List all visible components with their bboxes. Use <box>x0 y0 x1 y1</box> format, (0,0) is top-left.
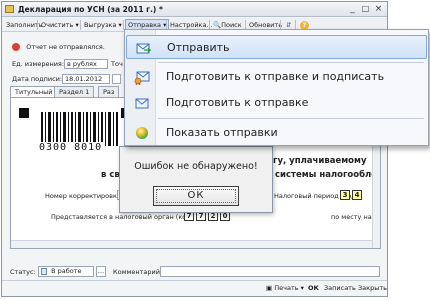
tab-section-2[interactable]: Раз <box>98 86 120 97</box>
sign-date-label: Дата подписи: <box>12 75 63 83</box>
upload-button[interactable]: Выгрузка ▾ <box>82 19 124 31</box>
ok-button[interactable]: ОК <box>308 284 319 292</box>
menu-item-show-sends[interactable]: Показать отправки <box>126 121 427 145</box>
period-code-digit[interactable]: 4 <box>352 190 362 200</box>
chevron-down-icon: ▾ <box>75 21 79 29</box>
title-bar: Декларация по УСН (за 2011 г.) * _ □ × <box>2 2 387 17</box>
menu-item-prepare-and-sign[interactable]: Подготовить к отправке и подписать <box>126 65 427 89</box>
horizontal-scrollbar[interactable] <box>11 240 372 248</box>
dialog-ok-button[interactable]: ОК <box>153 186 239 206</box>
dialog-message: Ошибок не обнаружено! <box>134 161 258 172</box>
printer-icon: ▣ <box>266 284 273 292</box>
message-dialog: Ошибок не обнаружено! ОК <box>119 146 273 213</box>
status-field[interactable]: В работе <box>38 266 94 277</box>
sign-date-field[interactable]: 18.01.2012 <box>62 74 110 84</box>
clear-button[interactable]: Очистить ▾ <box>39 19 81 31</box>
correction-label: Номер корректировки <box>45 192 122 200</box>
tab-title-page[interactable]: Титульный <box>10 86 58 97</box>
doc-title-line-1: гу, уплачиваемому <box>273 156 367 166</box>
barcode <box>41 112 118 146</box>
chevron-down-icon: ▾ <box>118 21 122 29</box>
bottom-bar: ▣ Печать ▾ ОК Записать Закрыть <box>2 280 387 296</box>
authority-label: Представляется в налоговый орган (код) <box>51 213 194 221</box>
accuracy-label: Точ <box>111 60 123 68</box>
barcode-number: 0300 8010 <box>37 142 105 153</box>
registration-mark-left <box>19 108 29 118</box>
close-form-button[interactable]: Закрыть <box>358 284 387 292</box>
calendar-button[interactable] <box>112 74 121 84</box>
tab-section-1[interactable]: Раздел 1 <box>54 86 95 97</box>
doc-title-line-2b: системы налогообло <box>275 170 378 180</box>
not-sent-icon <box>12 43 20 51</box>
unit-select[interactable]: в рублях <box>64 59 108 69</box>
comment-field[interactable] <box>160 266 380 277</box>
unit-label: Ед. измерения: <box>12 60 65 68</box>
maximize-button[interactable]: □ <box>359 3 372 15</box>
menu-item-send[interactable]: Отправить <box>126 35 427 59</box>
send-icon <box>136 43 151 54</box>
print-button[interactable]: ▣ Печать ▾ <box>266 284 304 292</box>
location-label: по месту на <box>331 213 372 221</box>
search-icon: 🔍 <box>213 21 222 29</box>
close-button[interactable]: × <box>372 3 385 15</box>
send-dropdown-menu: Отправить Подготовить к отправке и подпи… <box>124 29 429 146</box>
not-sent-status: Отчет не отправлялся. <box>26 43 105 51</box>
period-code-digit[interactable]: 3 <box>340 190 350 200</box>
status-ball-icon <box>136 127 148 139</box>
minimize-button[interactable]: _ <box>346 3 359 15</box>
document-icon <box>41 267 47 275</box>
envelope-icon <box>135 98 149 109</box>
status-select-button[interactable]: … <box>96 266 106 277</box>
comment-label: Комментарий: <box>113 268 163 276</box>
document-icon <box>5 5 14 13</box>
menu-item-prepare[interactable]: Подготовить к отправке <box>126 91 427 115</box>
sign-envelope-icon <box>134 71 150 85</box>
status-label: Статус: <box>10 268 36 276</box>
window-title: Декларация по УСН (за 2011 г.) * <box>18 5 163 14</box>
save-button[interactable]: Записать <box>324 284 356 292</box>
send-status-line: Отчет не отправлялся. <box>12 43 105 51</box>
